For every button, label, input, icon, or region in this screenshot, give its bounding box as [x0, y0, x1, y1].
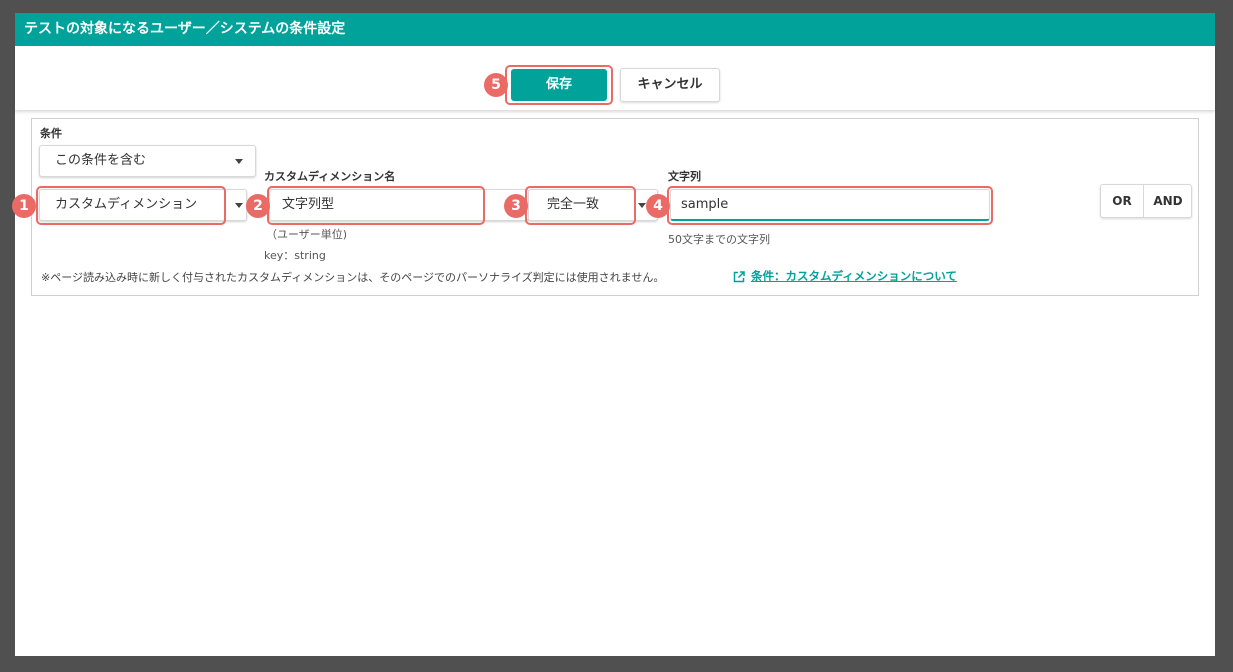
string-label: 文字列 [668, 170, 701, 183]
string-hint: 50文字までの文字列 [668, 233, 770, 246]
dialog-toolbar: 保存 5 キャンセル [15, 46, 1215, 110]
save-button[interactable]: 保存 [511, 69, 607, 101]
badge-5: 5 [484, 73, 508, 97]
include-select-value: この条件を含む [55, 153, 147, 168]
dimension-label: カスタムディメンション名 [264, 170, 396, 183]
dialog-title: テストの対象になるユーザー／システムの条件設定 [15, 13, 1215, 46]
badge-3: 3 [504, 194, 528, 218]
include-select[interactable]: この条件を含む [39, 145, 256, 177]
dimension-select-value: 文字列型 [282, 197, 335, 212]
badge-4: 4 [646, 194, 670, 218]
dimension-select[interactable]: 文字列型 [269, 189, 529, 221]
badge-2: 2 [246, 194, 270, 218]
or-button[interactable]: OR [1101, 185, 1144, 217]
match-select-value: 完全一致 [547, 197, 600, 212]
help-link[interactable]: 条件：カスタムディメンションについて [751, 268, 957, 284]
condition-label: 条件 [40, 127, 62, 140]
condition-type-select[interactable]: カスタムディメンション [39, 189, 247, 221]
and-button[interactable]: AND [1144, 185, 1192, 217]
or-and-toggle: OR AND [1100, 184, 1192, 218]
condition-dialog: テストの対象になるユーザー／システムの条件設定 保存 5 キャンセル 条件 この… [12, 13, 1215, 656]
condition-panel: 条件 この条件を含む カスタムディメンション 1 カスタムディメンション名 文字… [12, 118, 1199, 296]
dimension-scope: （ユーザー単位) [266, 228, 348, 241]
condition-type-value: カスタムディメンション [55, 197, 198, 212]
badge-1: 1 [12, 194, 36, 218]
cancel-button[interactable]: キャンセル [620, 68, 720, 102]
chevron-down-icon [235, 159, 243, 164]
dimension-key: key：string [264, 249, 326, 262]
external-link-icon [733, 271, 745, 283]
string-input[interactable]: sample [670, 189, 990, 221]
dimension-note: ※ページ読み込み時に新しく付与されたカスタムディメンションは、そのページでのパー… [41, 271, 665, 284]
chevron-down-icon[interactable] [638, 203, 646, 208]
chevron-down-icon[interactable] [235, 203, 243, 208]
